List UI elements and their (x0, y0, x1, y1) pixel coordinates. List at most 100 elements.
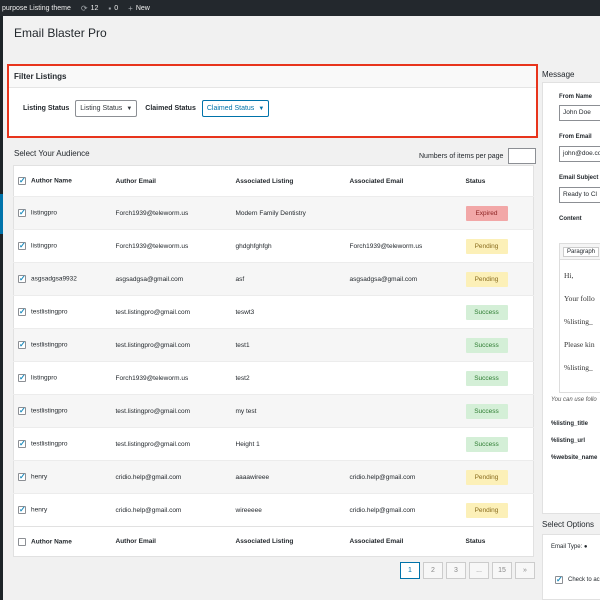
author-name: testlistingpro (31, 341, 68, 349)
subject-label: Email Subject (559, 175, 599, 181)
row-checkbox[interactable] (18, 373, 26, 382)
table-row: listingpro Forch1939@teleworm.us ghdghfghf… (13, 229, 534, 263)
format-select[interactable]: Paragraph (563, 247, 600, 257)
row-checkbox[interactable] (18, 439, 26, 448)
row-checkbox[interactable] (18, 241, 26, 250)
editor-line: Hi, (564, 271, 574, 280)
page-button[interactable]: ... (469, 562, 489, 579)
editor-toolbar: Paragraph (560, 244, 600, 260)
author-email-cell: cridio.help@gmail.com (115, 473, 182, 481)
admin-sidebar-edge (0, 16, 3, 600)
updates-link[interactable]: ⟳ 12 (81, 4, 99, 13)
claimed-status-label: Claimed Status (145, 105, 196, 112)
table-row: henry cridio.help@gmail.com aaaawireee crid… (13, 460, 534, 494)
page-button[interactable]: 15 (492, 562, 512, 579)
table-row: testlistingpro test.listingpro@gmail.com t… (13, 295, 534, 329)
author-name-cell: testlistingpro (14, 296, 112, 329)
editor-line: %listing_ (564, 363, 593, 372)
page-button[interactable]: » (515, 562, 535, 579)
status-cell: Success (462, 296, 534, 329)
associated-email-cell (346, 362, 462, 395)
page-title: Email Blaster Pro (14, 26, 107, 40)
page-button[interactable]: 3 (446, 562, 466, 579)
email-type-text: Email Type: (551, 544, 583, 550)
row-checkbox[interactable] (18, 274, 26, 283)
updates-count: 12 (90, 4, 99, 12)
author-email-cell: Forch1939@teleworm.us (115, 374, 189, 382)
filter-heading: Filter Listings (9, 66, 536, 88)
subject-input[interactable]: Ready to Cl (559, 187, 600, 203)
status-badge: Pending (465, 238, 508, 254)
row-checkbox[interactable] (18, 340, 26, 349)
editor-body[interactable]: Hi, Your follo %listing_ Please kin %lis… (560, 260, 600, 383)
associated-email-cell: cridio.help@gmail.com (349, 506, 416, 514)
row-checkbox[interactable] (18, 472, 26, 481)
author-email-cell: cridio.help@gmail.com (115, 506, 182, 514)
select-all-checkbox[interactable] (18, 176, 26, 185)
table-row: listingpro Forch1939@teleworm.us test2 Succ… (13, 361, 534, 395)
status-cell: Pending (462, 230, 534, 263)
content-label: Content (559, 216, 582, 222)
new-link[interactable]: + New (128, 4, 150, 13)
row-checkbox[interactable] (18, 505, 26, 514)
status-badge: Success (465, 337, 508, 353)
table-row: testlistingpro test.listingpro@gmail.com H… (13, 427, 534, 461)
author-name: asgsadgsa9932 (31, 275, 77, 283)
col-author-email: Author Email (115, 177, 156, 185)
comments-link[interactable]: ▪ 0 (108, 4, 118, 13)
associated-email-cell (346, 197, 462, 230)
col-associated-email: Associated Email (349, 538, 404, 545)
status-cell: Pending (462, 263, 534, 296)
chevron-down-icon: ▼ (126, 105, 133, 112)
col-associated-email: Associated Email (349, 177, 404, 185)
status-badge: Pending (465, 469, 508, 485)
site-name: purpose Listing theme (2, 4, 71, 12)
associated-listing-cell: wireeeee (235, 506, 262, 514)
refresh-icon: ⟳ (80, 3, 88, 13)
content-editor[interactable]: Paragraph Hi, Your follo %listing_ Pleas… (559, 243, 600, 393)
associated-email-cell (346, 329, 462, 362)
col-associated-listing: Associated Listing (235, 538, 294, 545)
info-icon[interactable]: ● (584, 544, 588, 550)
site-name-link[interactable]: purpose Listing theme (2, 5, 71, 12)
check-option[interactable]: Check to ac (555, 575, 600, 584)
plus-icon: + (128, 3, 133, 13)
row-checkbox[interactable] (18, 406, 26, 415)
status-cell: Success (462, 428, 534, 461)
status-badge: Pending (465, 502, 508, 518)
associated-email-cell: cridio.help@gmail.com (349, 473, 416, 481)
option-checkbox[interactable] (555, 575, 563, 584)
status-cell: Success (462, 395, 534, 428)
associated-listing-cell: ghdghfghfgh (235, 242, 272, 250)
associated-listing-cell: asf (235, 275, 245, 283)
select-all-checkbox-footer[interactable] (18, 537, 26, 546)
author-email-cell: test.listingpro@gmail.com (115, 308, 191, 316)
author-email-cell: test.listingpro@gmail.com (115, 440, 191, 448)
from-name-input[interactable]: John Doe (559, 105, 600, 121)
status-badge: Expired (465, 205, 508, 221)
author-name: henry (31, 506, 48, 514)
page-button[interactable]: 2 (423, 562, 443, 579)
author-name-cell: listingpro (14, 197, 112, 230)
associated-listing-cell: test2 (235, 374, 250, 382)
listing-status-select[interactable]: Listing Status ▼ (75, 100, 138, 117)
author-name: henry (31, 473, 48, 481)
filter-row: Listing Status Listing Status ▼ Claimed S… (9, 88, 536, 117)
per-page-input[interactable] (508, 148, 537, 164)
row-checkbox[interactable] (18, 307, 26, 316)
from-email-label: From Email (559, 134, 592, 140)
from-email-input[interactable]: john@doe.com (559, 146, 600, 162)
row-checkbox[interactable] (18, 208, 26, 217)
per-page-label: Numbers of items per page (419, 152, 504, 160)
status-badge: Success (465, 370, 508, 386)
editor-line: %listing_ (564, 317, 593, 326)
author-name-cell: testlistingpro (14, 395, 112, 428)
page-button[interactable]: 1 (400, 562, 420, 579)
claimed-status-select[interactable]: Claimed Status ▼ (201, 100, 270, 117)
listing-status-label: Listing Status (23, 105, 70, 112)
author-name-cell: asgsadgsa9932 (14, 263, 112, 296)
from-name-label: From Name (559, 94, 593, 100)
associated-email-cell (346, 395, 462, 428)
listing-status-value: Listing Status (80, 105, 123, 112)
status-cell: Pending (462, 461, 534, 494)
